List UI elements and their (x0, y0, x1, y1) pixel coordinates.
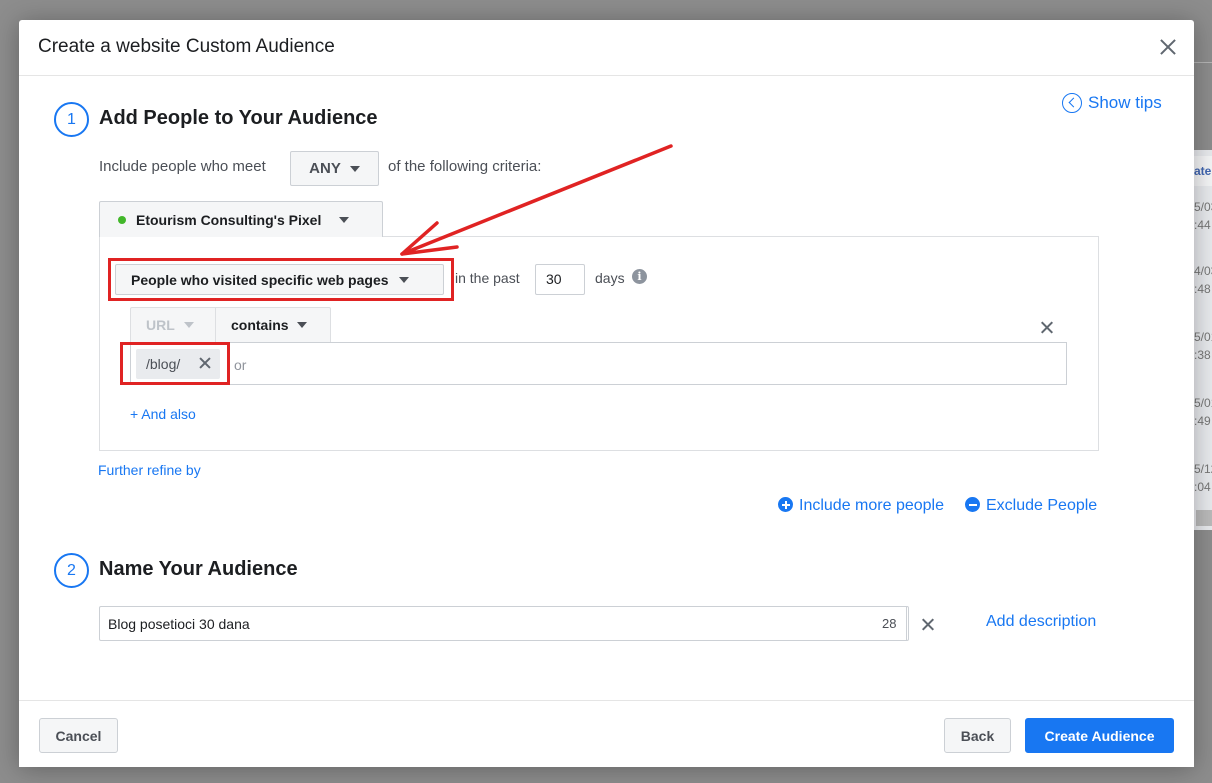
caret-down-icon (183, 322, 194, 328)
info-icon[interactable]: i (632, 269, 647, 284)
background-list: ate 5/03:44 4/03:48 5/01:38 5/01:49 5/12… (1194, 150, 1212, 530)
pixel-name: Etourism Consulting's Pixel (136, 211, 322, 228)
url-token: /blog/ (136, 349, 220, 379)
chevron-left-circle-icon (1062, 93, 1082, 113)
audience-name-input[interactable]: Blog posetioci 30 dana 28 (99, 606, 909, 641)
close-icon[interactable] (1157, 36, 1179, 58)
add-description-link[interactable]: Add description (986, 613, 1096, 631)
caret-down-icon (398, 276, 409, 283)
days-input[interactable]: 30 (535, 264, 585, 295)
background-list-cell: 5/01:49 (1194, 396, 1212, 428)
in-the-past-label: in the past (455, 270, 520, 286)
background-list-cell: 4/03:48 (1194, 264, 1212, 296)
field-label: URL (146, 317, 175, 333)
exclude-people-link[interactable]: Exclude People (965, 497, 1097, 515)
dialog-title: Create a website Custom Audience (38, 36, 335, 57)
audience-name-value: Blog posetioci 30 dana (108, 616, 250, 632)
caret-down-icon (339, 216, 350, 223)
step-title: Add People to Your Audience (99, 107, 378, 129)
minus-circle-icon (965, 497, 980, 512)
include-more-people-link[interactable]: Include more people (778, 497, 944, 515)
operator-label: contains (231, 317, 289, 333)
and-also-link[interactable]: + And also (130, 406, 196, 422)
step-number: 1 (54, 102, 89, 137)
match-dropdown[interactable]: ANY (290, 151, 379, 186)
pixel-dropdown[interactable]: Etourism Consulting's Pixel (99, 201, 383, 237)
background-list-header: ate (1194, 156, 1212, 186)
remove-rule-icon[interactable] (1040, 320, 1054, 334)
include-more-label: Include more people (799, 497, 944, 514)
dialog-footer: Cancel Back Create Audience (19, 700, 1194, 767)
url-token-label: /blog/ (146, 356, 181, 372)
character-counter: 28 (882, 616, 897, 631)
background-list-cell: 5/03:44 (1194, 200, 1212, 232)
step-title: Name Your Audience (99, 558, 298, 580)
show-tips-label: Show tips (1088, 93, 1162, 112)
create-audience-button[interactable]: Create Audience (1025, 718, 1174, 753)
show-tips-link[interactable]: Show tips (1062, 93, 1162, 113)
back-button[interactable]: Back (944, 718, 1011, 753)
match-value: ANY (309, 160, 341, 177)
url-input-placeholder: or (234, 357, 247, 373)
caret-down-icon (349, 165, 360, 172)
url-input[interactable] (130, 342, 1067, 385)
caret-down-icon (296, 322, 307, 328)
field-dropdown: URL (130, 307, 216, 343)
dialog-header: Create a website Custom Audience (19, 20, 1194, 76)
plus-circle-icon (778, 497, 793, 512)
further-refine-link[interactable]: Further refine by (98, 462, 201, 478)
operator-dropdown[interactable]: contains (215, 307, 331, 343)
background-list-cell: 5/01:38 (1194, 330, 1212, 362)
background-divider (1194, 62, 1212, 63)
background-scrollbar (1196, 510, 1212, 526)
criteria-prefix: Include people who meet (99, 158, 266, 175)
step-number: 2 (54, 553, 89, 588)
pixel-status-icon (118, 215, 126, 224)
custom-audience-dialog: Create a website Custom Audience Show ti… (19, 20, 1194, 767)
criteria-suffix: of the following criteria: (388, 158, 542, 175)
background-list-cell: 5/12:04 (1194, 462, 1212, 494)
rule-type-dropdown[interactable]: People who visited specific web pages (115, 264, 444, 295)
exclude-label: Exclude People (986, 497, 1098, 514)
clear-name-icon[interactable] (921, 617, 935, 631)
remove-token-icon[interactable] (198, 356, 212, 370)
input-divider (906, 607, 907, 640)
cancel-button[interactable]: Cancel (39, 718, 118, 753)
rule-type-value: People who visited specific web pages (131, 271, 389, 288)
days-label: days (595, 270, 625, 286)
